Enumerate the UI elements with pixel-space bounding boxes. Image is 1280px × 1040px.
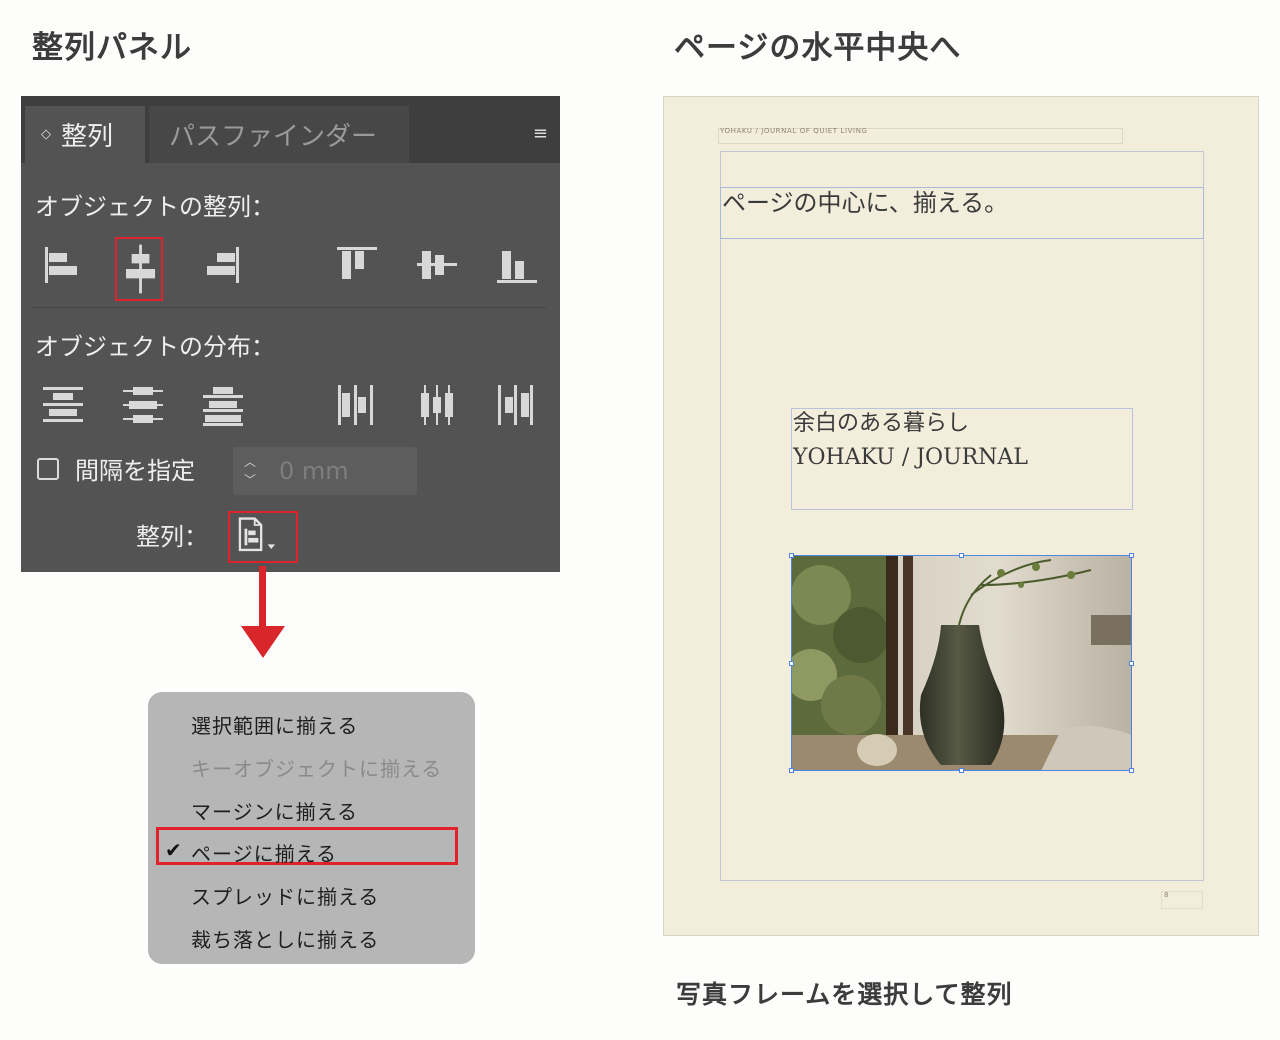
spacing-stepper[interactable]: ︿ ﹀ 0 mm (233, 447, 417, 495)
running-header: YOHAKU / JOURNAL OF QUIET LIVING (720, 127, 868, 135)
align-right-button[interactable] (199, 241, 247, 289)
distribute-top-button[interactable] (39, 381, 87, 429)
vase-photo (791, 555, 1132, 771)
distribute-horizontal-center-icon (421, 385, 453, 425)
updown-icon: ◇ (41, 127, 51, 142)
distribute-objects-label: オブジェクトの分布： (35, 333, 275, 361)
align-left-icon (45, 247, 77, 283)
handle-top-right[interactable] (1129, 553, 1134, 558)
handle-bottom-left[interactable] (789, 768, 794, 773)
align-objects-label: オブジェクトの整列： (35, 193, 275, 221)
checkmark-icon: ✔ (165, 838, 182, 862)
handle-top-center[interactable] (959, 553, 964, 558)
tab-pathfinder[interactable]: パスファインダー (149, 106, 409, 163)
distribute-right-icon (498, 385, 533, 425)
menu-item-align-key-object: キーオブジェクトに揃える (191, 757, 443, 781)
align-vertical-center-icon (417, 251, 457, 279)
align-top-button[interactable] (333, 241, 381, 289)
chevron-down-icon[interactable]: ﹀ (244, 471, 256, 489)
align-bottom-icon (497, 251, 537, 283)
menu-item-align-page[interactable]: ページに揃える (191, 838, 337, 867)
caption-select-and-align: 写真フレームを選択して整列 (676, 980, 1013, 1009)
panel-menu-icon[interactable]: ≡ (533, 123, 548, 144)
handle-middle-left[interactable] (789, 661, 794, 666)
distribute-vertical-center-icon (123, 387, 163, 423)
align-bottom-button[interactable] (493, 241, 541, 289)
align-vertical-center-button[interactable] (413, 241, 461, 289)
page-number: 8 (1164, 891, 1169, 899)
menu-item-align-bleed[interactable]: 裁ち落としに揃える (191, 924, 379, 953)
distribute-horizontal-center-button[interactable] (413, 381, 461, 429)
align-horizontal-center-icon (126, 244, 156, 294)
distribute-bottom-icon (203, 387, 243, 426)
page-title: ページの中心に、揃える。 (722, 189, 1009, 217)
align-left-button[interactable] (37, 241, 85, 289)
section-divider (33, 307, 546, 308)
menu-item-align-margins[interactable]: マージンに揃える (191, 796, 358, 825)
tab-align-label: 整列 (61, 122, 114, 152)
tab-pathfinder-label: パスファインダー (169, 122, 378, 152)
align-horizontal-center-button[interactable] (115, 237, 163, 301)
stepper-arrows[interactable]: ︿ ﹀ (233, 447, 267, 495)
spacing-checkbox-label: 間隔を指定 (75, 457, 195, 485)
align-to-page-icon (238, 517, 275, 552)
heading-page-center: ページの水平中央へ (674, 30, 962, 66)
red-arrow-down-icon (241, 626, 285, 658)
align-top-icon (337, 247, 377, 279)
align-panel: ◇ 整列 パスファインダー ≡ オブジェクトの整列： オブジェクトの分布： 間隔… (21, 96, 560, 572)
spacing-checkbox[interactable] (37, 457, 59, 480)
spacing-value: 0 mm (279, 457, 349, 485)
handle-bottom-center[interactable] (959, 768, 964, 773)
selected-photo-frame[interactable] (789, 553, 1134, 773)
tab-align[interactable]: ◇ 整列 (25, 106, 145, 163)
distribute-right-button[interactable] (493, 381, 541, 429)
menu-item-align-spread[interactable]: スプレッドに揃える (191, 881, 379, 910)
red-arrow-shaft (259, 566, 266, 628)
heading-align-panel: 整列パネル (32, 30, 192, 66)
chevron-up-icon[interactable]: ︿ (244, 453, 256, 471)
distribute-left-icon (338, 385, 373, 425)
align-to-dropdown-button[interactable] (228, 511, 298, 563)
distribute-left-button[interactable] (333, 381, 381, 429)
handle-middle-right[interactable] (1129, 661, 1134, 666)
align-to-label: 整列： (136, 523, 208, 551)
body-text-line-2: YOHAKU / JOURNAL (793, 445, 1028, 470)
distribute-vertical-center-button[interactable] (119, 381, 167, 429)
panel-tab-bar: ◇ 整列 パスファインダー ≡ (21, 101, 560, 163)
align-to-menu: 選択範囲に揃える キーオブジェクトに揃える マージンに揃える ✔ ページに揃える… (148, 692, 475, 964)
distribute-top-icon (43, 387, 83, 422)
handle-bottom-right[interactable] (1129, 768, 1134, 773)
body-text-line-1: 余白のある暮らし (793, 411, 970, 436)
handle-top-left[interactable] (789, 553, 794, 558)
spacing-row: 間隔を指定 (37, 451, 195, 486)
distribute-bottom-button[interactable] (199, 381, 247, 429)
align-right-icon (207, 247, 239, 283)
menu-item-align-selection[interactable]: 選択範囲に揃える (191, 710, 358, 739)
document-page: YOHAKU / JOURNAL OF QUIET LIVING ページの中心に… (663, 96, 1259, 936)
